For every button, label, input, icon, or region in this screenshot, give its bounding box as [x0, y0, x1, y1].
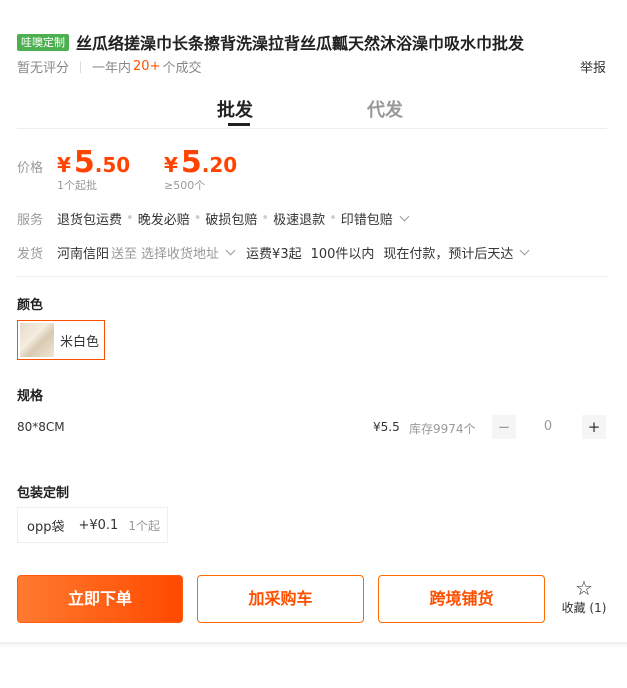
report-link[interactable]: 举报: [580, 57, 606, 76]
quantity-input[interactable]: 0: [520, 415, 576, 439]
purchase-mode-tabs: 批发 代发: [17, 96, 607, 129]
sales-count: 20+: [133, 59, 161, 74]
tab-wholesale[interactable]: 批发: [217, 96, 253, 126]
cross-border-list-button[interactable]: 跨境铺货: [378, 575, 545, 623]
packaging-section-title: 包装定制: [17, 486, 70, 501]
color-option-label: 米白色: [60, 334, 100, 350]
active-tab-indicator: [228, 123, 250, 126]
service-item: 极速退款: [273, 213, 326, 228]
packaging-moq: 1个起: [128, 518, 160, 533]
price-tier-1: ¥ 5 .50 1个起批: [57, 145, 130, 193]
tab-dropship[interactable]: 代发: [367, 96, 403, 122]
color-option-selected[interactable]: 米白色: [17, 320, 105, 360]
shipping-qty-range: 100件以内: [310, 247, 375, 262]
star-icon: ☆: [575, 576, 593, 600]
price-tier-2: ¥ 5 .20 ≥500个: [164, 145, 237, 193]
quantity-decrease-button[interactable]: −: [492, 415, 516, 439]
tab-wholesale-label: 批发: [217, 100, 253, 121]
service-item: 晚发必赔: [137, 213, 190, 228]
chevron-down-icon[interactable]: [399, 211, 410, 222]
section-divider: [17, 276, 607, 277]
service-separator: •: [126, 211, 134, 226]
card-shadow: [0, 642, 627, 648]
packaging-price: +¥0.1: [78, 517, 119, 533]
product-card: 哇噢定制 丝瓜络搓澡巾长条擦背洗澡拉背丝瓜瓤天然沐浴澡巾吸水巾批发 暂无评分 一…: [0, 0, 627, 645]
color-thumbnail: [20, 323, 54, 357]
sales-suffix: 个成交: [162, 61, 202, 76]
tab-dropship-label: 代发: [367, 100, 403, 121]
service-separator: •: [261, 211, 270, 226]
quantity-increase-button[interactable]: +: [582, 415, 606, 439]
address-selector[interactable]: 选择收货地址: [141, 243, 219, 262]
currency-symbol: ¥: [57, 153, 71, 177]
spec-name: 80*8CM: [17, 420, 65, 434]
service-item: 退货包运费: [57, 213, 123, 228]
divider: [80, 60, 82, 73]
price-integer: 5: [73, 145, 95, 180]
packaging-name: opp袋: [27, 519, 65, 535]
shipping-row: 河南信阳 送至 选择收货地址 运费¥3起 100件以内 现在付款，预计后天达: [57, 243, 530, 262]
shipping-fee: 运费¥3起: [246, 247, 302, 262]
sales-prefix: 一年内: [92, 61, 132, 76]
service-label: 服务: [17, 213, 44, 228]
buy-now-button[interactable]: 立即下单: [17, 575, 183, 623]
chevron-down-icon[interactable]: [225, 245, 236, 256]
price-label: 价格: [17, 161, 44, 176]
add-to-cart-button[interactable]: 加采购车: [197, 575, 364, 623]
service-item: 破损包赔: [205, 213, 258, 228]
service-item: 印错包赔: [340, 213, 393, 228]
title-row: 哇噢定制 丝瓜络搓澡巾长条擦背洗澡拉背丝瓜瓤天然沐浴澡巾吸水巾批发: [17, 30, 524, 54]
favorite-button[interactable]: ☆ 收藏 (1): [556, 577, 612, 616]
custom-tag: 哇噢定制: [17, 33, 69, 51]
currency-symbol: ¥: [164, 153, 178, 177]
spec-stock: 库存9974个: [409, 422, 476, 436]
service-separator: •: [329, 211, 337, 226]
color-section-title: 颜色: [17, 298, 44, 313]
favorite-label: 收藏 (1): [561, 601, 607, 615]
price-tier-note: 1个起批: [57, 179, 97, 192]
service-list[interactable]: 退货包运费 • 晚发必赔 • 破损包赔 • 极速退款 • 印错包赔: [57, 209, 410, 228]
shipping-label: 发货: [17, 247, 44, 262]
spec-price: ¥5.5: [373, 420, 400, 434]
spec-section-title: 规格: [17, 389, 44, 404]
packaging-option[interactable]: opp袋 +¥0.1 1个起: [17, 507, 168, 543]
chevron-down-icon[interactable]: [519, 245, 530, 256]
ship-to: 送至: [111, 247, 138, 262]
ship-origin: 河南信阳: [57, 247, 110, 262]
price-integer: 5: [180, 145, 202, 180]
rating-sales-row: 暂无评分 一年内 20+ 个成交: [17, 57, 201, 76]
price-decimal: .50: [94, 153, 131, 177]
price-tier-note: ≥500个: [164, 179, 206, 192]
product-title: 丝瓜络搓澡巾长条擦背洗澡拉背丝瓜瓤天然沐浴澡巾吸水巾批发: [76, 34, 525, 53]
rating-text: 暂无评分: [17, 61, 70, 76]
delivery-estimate: 现在付款，预计后天达: [383, 247, 514, 262]
service-separator: •: [193, 211, 202, 226]
price-decimal: .20: [201, 153, 238, 177]
